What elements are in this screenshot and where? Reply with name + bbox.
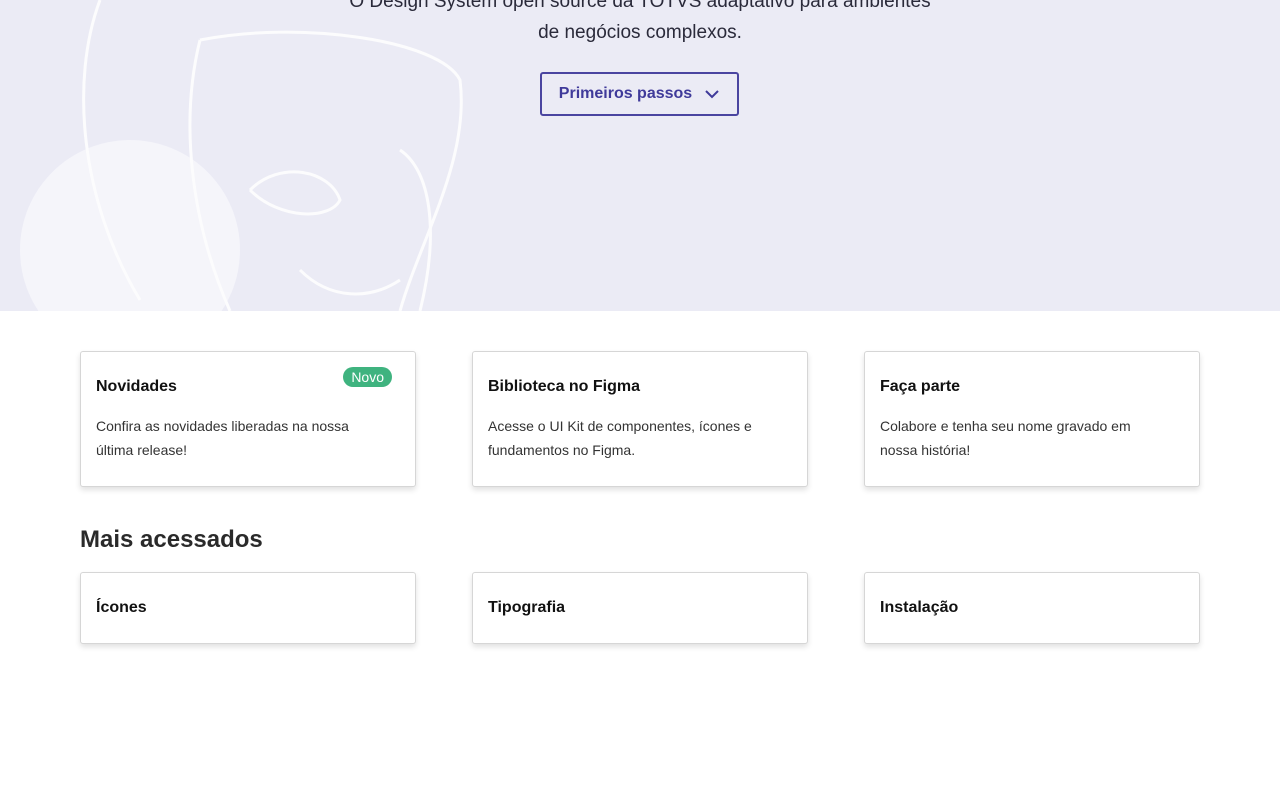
card-title: Tipografia [488,599,566,616]
feature-cards: Novo Novidades Confira as novidades libe… [80,351,1200,487]
chevron-down-icon [705,90,719,99]
hero-banner: O Design System open source da TOTVS ada… [0,0,1280,311]
card-title: Faça parte [880,378,961,395]
card-novidades[interactable]: Novo Novidades Confira as novidades libe… [80,351,416,487]
card-description: Colabore e tenha seu nome gravado em nos… [880,418,1131,458]
card-figma-library[interactable]: Biblioteca no Figma Acesse o UI Kit de c… [472,351,808,487]
section-title: Mais acessados [80,526,263,553]
card-title: Instalação [880,599,959,616]
card-instalacao[interactable]: Instalação [864,572,1200,644]
getting-started-button[interactable]: Primeiros passos [540,72,739,116]
card-description: Acesse o UI Kit de componentes, ícones e… [488,418,752,458]
hero-subtitle: O Design System open source da TOTVS ada… [349,0,931,43]
card-tipografia[interactable]: Tipografia [472,572,808,644]
card-faca-parte[interactable]: Faça parte Colabore e tenha seu nome gra… [864,351,1200,487]
new-badge: Novo [343,367,392,387]
card-title: Ícones [96,599,147,616]
card-description: Confira as novidades liberadas na nossa … [96,418,349,458]
card-title: Biblioteca no Figma [488,378,641,395]
card-icones[interactable]: Ícones [80,572,416,644]
most-accessed-cards: Ícones Tipografia Instalação [80,572,1200,644]
